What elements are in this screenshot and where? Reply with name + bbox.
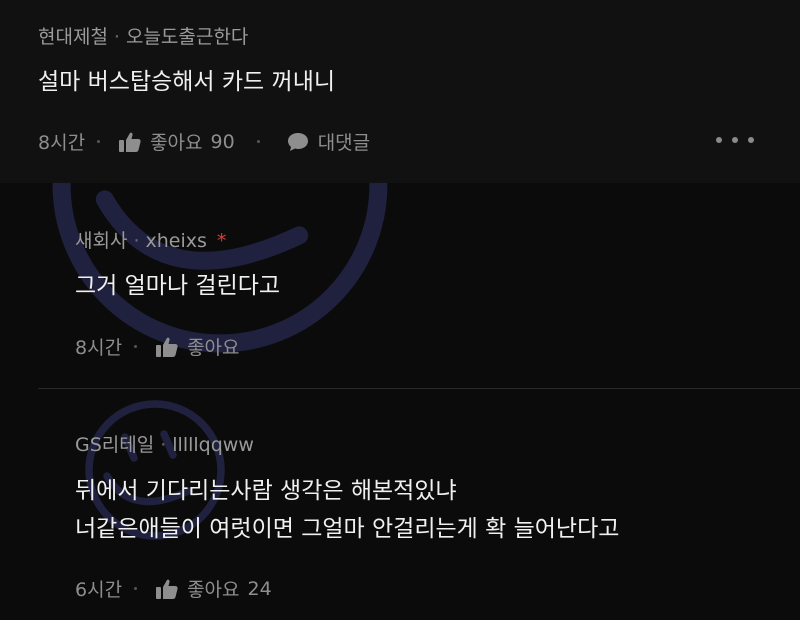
like-count: 24: [247, 577, 272, 600]
like-button[interactable]: 좋아요: [155, 333, 240, 360]
reply-button[interactable]: 대댓글: [286, 128, 370, 155]
like-label: 좋아요: [150, 132, 203, 154]
comment-time: 8시간: [75, 337, 123, 359]
comment-actions: 6시간 좋아요 24: [75, 575, 272, 602]
comment-actions: 8시간 좋아요: [75, 333, 240, 360]
separator-dot: ·: [113, 26, 120, 48]
comment-text-line-2: 너같은애들이 여럿이면 그얼마 안걸리는게 확 늘어난다고: [75, 516, 620, 542]
thumbs-up-icon: [118, 131, 142, 153]
post-actions: 8시간 좋아요 90 대댓글: [38, 128, 370, 155]
thumbs-up-icon: [155, 578, 179, 600]
author-mark: *: [216, 230, 227, 252]
like-count: 90: [210, 130, 235, 153]
comment-text: 그거 얼마나 걸린다고: [75, 273, 281, 299]
thumbs-up-icon: [155, 336, 179, 358]
comment-author-line: 새회사 · xheixs *: [75, 226, 226, 253]
post-time: 8시간: [38, 132, 86, 154]
like-label: 좋아요: [187, 337, 240, 359]
comment-text-line-1: 뒤에서 기다리는사람 생각은 해본적있냐: [75, 478, 457, 504]
speech-bubble-icon: [286, 131, 310, 153]
comment-author[interactable]: lllllqqww: [172, 434, 254, 456]
separator-dot: [134, 587, 138, 590]
comment-author[interactable]: xheixs: [146, 230, 207, 252]
like-button[interactable]: 좋아요 24: [155, 575, 272, 602]
like-button[interactable]: 좋아요 90: [118, 128, 235, 155]
post-text: 설마 버스탑승해서 카드 꺼내니: [38, 69, 336, 95]
comment-author-line: GS리테일 · lllllqqww: [75, 430, 254, 457]
separator-dot: [256, 140, 260, 143]
comment-divider: [38, 388, 800, 389]
more-dot: [732, 137, 738, 143]
more-options-icon[interactable]: [716, 128, 754, 152]
separator-dot: [134, 345, 138, 348]
reply-label: 대댓글: [317, 132, 371, 154]
post-company[interactable]: 현대제철: [38, 26, 108, 48]
separator-dot: [97, 140, 101, 143]
separator-dot: ·: [160, 434, 167, 456]
more-dot: [748, 137, 754, 143]
more-dot: [716, 137, 722, 143]
like-label: 좋아요: [187, 579, 240, 601]
comment-company[interactable]: 새회사: [75, 230, 127, 252]
comment-time: 6시간: [75, 579, 123, 601]
post-author[interactable]: 오늘도출근한다: [126, 26, 248, 48]
post-author-line: 현대제철 · 오늘도출근한다: [38, 22, 248, 49]
separator-dot: ·: [133, 230, 140, 252]
comment-company[interactable]: GS리테일: [75, 434, 154, 456]
